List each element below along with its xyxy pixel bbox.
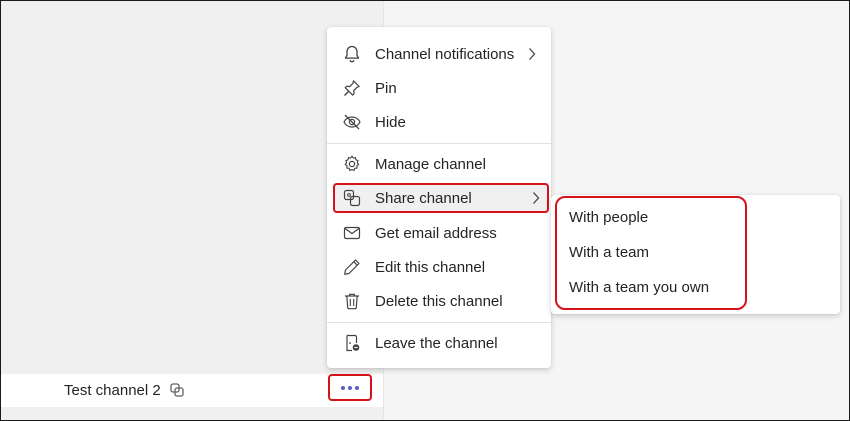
share-channel-submenu: With people With a team With a team you … xyxy=(551,195,840,314)
menu-item-label: Delete this channel xyxy=(375,292,503,310)
menu-item-label: Edit this channel xyxy=(375,258,486,276)
pencil-icon xyxy=(342,257,362,277)
submenu-item-label: With people xyxy=(569,208,649,226)
menu-item-label: Hide xyxy=(375,113,406,131)
trash-icon xyxy=(342,291,362,311)
menu-item-get-email[interactable]: Get email address xyxy=(327,216,551,250)
channel-name: Test channel 2 xyxy=(64,382,161,399)
shared-channel-icon xyxy=(169,382,185,398)
leave-channel-icon xyxy=(342,333,362,353)
menu-item-label: Get email address xyxy=(375,224,497,242)
submenu-item-label: With a team you own xyxy=(569,278,710,296)
submenu-item-with-a-team[interactable]: With a team xyxy=(551,235,840,269)
channel-row[interactable]: Test channel 2 xyxy=(1,374,383,407)
menu-item-share-channel[interactable]: Share channel xyxy=(333,183,549,213)
menu-item-label: Channel notifications xyxy=(375,45,515,63)
menu-divider xyxy=(327,143,551,144)
chevron-right-icon xyxy=(527,47,537,61)
menu-item-label: Share channel xyxy=(375,189,472,207)
menu-item-manage-channel[interactable]: Manage channel xyxy=(327,147,551,181)
more-options-icon xyxy=(341,385,359,390)
menu-item-edit-channel[interactable]: Edit this channel xyxy=(327,250,551,284)
chevron-right-icon xyxy=(531,191,541,205)
menu-item-pin[interactable]: Pin xyxy=(327,71,551,105)
share-channel-icon xyxy=(342,188,362,208)
menu-item-label: Leave the channel xyxy=(375,334,498,352)
submenu-item-label: With a team xyxy=(569,243,650,261)
gear-icon xyxy=(342,154,362,174)
menu-item-leave-channel[interactable]: Leave the channel xyxy=(327,326,551,360)
channel-list-pane: Test channel 2 xyxy=(1,1,383,420)
menu-item-hide[interactable]: Hide xyxy=(327,105,551,139)
submenu-item-with-people[interactable]: With people xyxy=(551,200,840,234)
channel-context-menu: Channel notifications Pin Hide Manage ch… xyxy=(327,27,551,368)
mail-icon xyxy=(342,223,362,243)
menu-item-label: Manage channel xyxy=(375,155,486,173)
eye-off-icon xyxy=(342,112,362,132)
menu-item-delete-channel[interactable]: Delete this channel xyxy=(327,284,551,318)
bell-icon xyxy=(342,44,362,64)
more-options-button[interactable] xyxy=(328,374,372,401)
menu-divider xyxy=(327,322,551,323)
menu-item-label: Pin xyxy=(375,79,397,97)
pin-icon xyxy=(342,78,362,98)
menu-item-channel-notifications[interactable]: Channel notifications xyxy=(327,37,551,71)
submenu-item-with-team-you-own[interactable]: With a team you own xyxy=(551,270,840,304)
